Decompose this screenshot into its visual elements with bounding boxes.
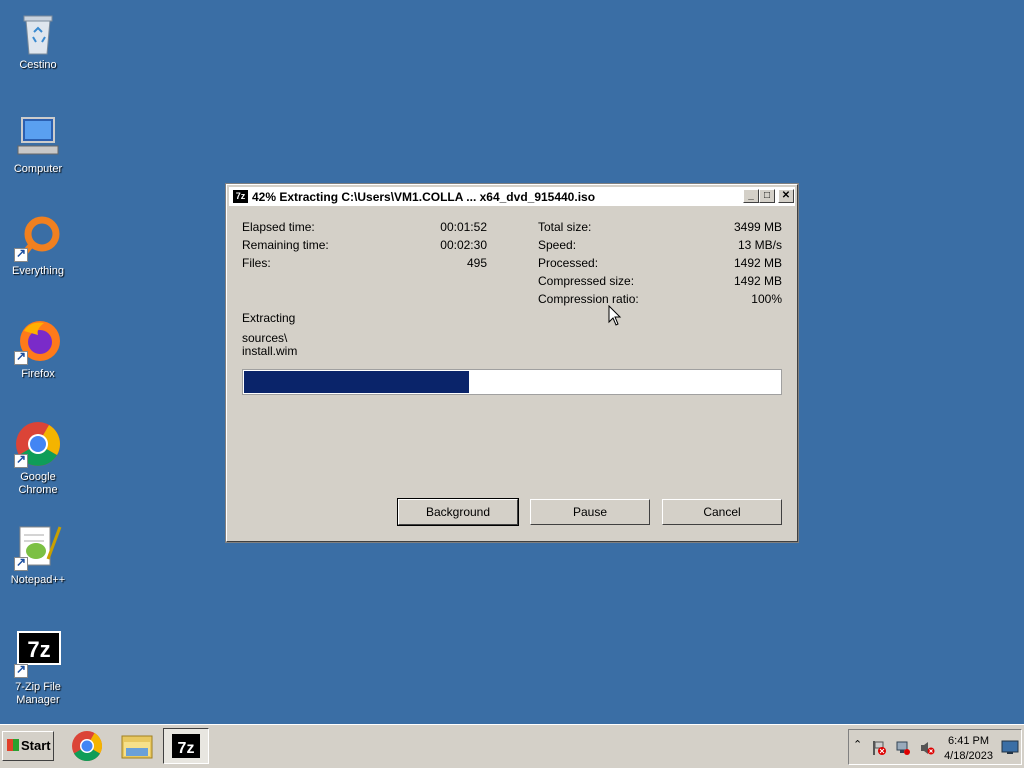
network-icon[interactable]: [895, 740, 911, 756]
chrome-icon: [72, 731, 103, 762]
clock-time: 6:41 PM: [948, 735, 990, 747]
current-file: install.wim: [242, 344, 298, 358]
minimize-button[interactable]: _: [743, 189, 759, 203]
shortcut-arrow-icon: [14, 246, 28, 262]
taskbar: Start 7z ⌃ 6:41 PM 4/18/2023: [0, 724, 1024, 768]
pause-button[interactable]: Pause: [530, 499, 650, 525]
desktop-icon-computer[interactable]: Computer: [0, 112, 76, 176]
7zip-icon: 7z: [14, 630, 62, 678]
volume-muted-icon[interactable]: [919, 740, 935, 756]
desktop-icon-notepad-plus-plus[interactable]: Notepad++: [0, 523, 76, 587]
compressed-size-label: Compressed size:: [538, 274, 635, 288]
mouse-cursor-icon: [608, 305, 622, 326]
processed-label: Processed:: [538, 256, 599, 270]
firefox-icon: [14, 317, 62, 365]
close-button[interactable]: ✕: [778, 189, 794, 203]
taskbar-file-explorer[interactable]: [114, 728, 160, 764]
extraction-progress-bar: [242, 369, 782, 395]
background-button[interactable]: Background: [397, 498, 519, 526]
svg-text:7z: 7z: [178, 740, 195, 757]
shortcut-arrow-icon: [14, 452, 28, 468]
desktop-icon-label: Cestino: [19, 59, 57, 71]
taskbar-7zip[interactable]: 7z: [163, 728, 209, 764]
action-center-flag-icon[interactable]: [871, 740, 887, 756]
windows-flag-icon: [7, 739, 19, 751]
start-label: Start: [21, 738, 51, 753]
clock[interactable]: 6:41 PM 4/18/2023: [944, 734, 993, 764]
shortcut-arrow-icon: [14, 349, 28, 365]
desktop-icon-everything[interactable]: Everything: [0, 214, 76, 278]
processed-value: 1492 MB: [733, 256, 782, 270]
chrome-icon: [14, 420, 62, 468]
current-folder: sources\: [242, 331, 288, 345]
7zip-icon: 7z: [233, 190, 248, 203]
start-button[interactable]: Start: [2, 731, 54, 761]
desktop-icon-label: Computer: [13, 163, 63, 175]
total-size-value: 3499 MB: [733, 220, 782, 234]
files-label: Files:: [242, 256, 271, 270]
dialog-titlebar[interactable]: 7z 42% Extracting C:\Users\VM1.COLLA ...…: [229, 187, 795, 206]
remaining-time-label: Remaining time:: [242, 238, 329, 252]
desktop-icon-label: 7-Zip File Manager: [15, 681, 61, 706]
desktop-icon-label: Notepad++: [10, 574, 66, 586]
maximize-button[interactable]: □: [759, 189, 775, 203]
compressed-size-value: 1492 MB: [733, 274, 782, 288]
file-explorer-icon: [121, 735, 153, 759]
desktop-icon-7zip-file-manager[interactable]: 7z 7-Zip File Manager: [0, 630, 76, 707]
remaining-time-value: 00:02:30: [440, 238, 487, 252]
everything-icon: [14, 214, 62, 262]
svg-text:7z: 7z: [27, 637, 50, 662]
shortcut-arrow-icon: [14, 662, 28, 678]
elapsed-time-value: 00:01:52: [440, 220, 487, 234]
total-size-label: Total size:: [538, 220, 592, 234]
desktop-icon-recycle-bin[interactable]: Cestino: [0, 8, 76, 72]
status-text: Extracting: [242, 311, 296, 325]
speed-value: 13 MB/s: [737, 238, 782, 252]
computer-icon: [14, 112, 62, 160]
desktop-icon-google-chrome[interactable]: Google Chrome: [0, 420, 76, 497]
notepad-plus-plus-icon: [14, 523, 62, 571]
speed-label: Speed:: [538, 238, 577, 252]
cancel-button[interactable]: Cancel: [662, 499, 782, 525]
clock-date: 4/18/2023: [944, 750, 993, 762]
compression-ratio-value: 100%: [751, 292, 782, 306]
desktop-icon-label: Firefox: [21, 368, 55, 380]
show-desktop-icon[interactable]: [1001, 738, 1019, 756]
recycle-bin-icon: [14, 8, 62, 56]
show-hidden-icons-chevron-icon[interactable]: ⌃: [853, 738, 862, 751]
progress-fill: [244, 371, 469, 393]
desktop-icon-label: Google Chrome: [18, 471, 58, 496]
dialog-title: 42% Extracting C:\Users\VM1.COLLA ... x6…: [252, 190, 596, 204]
extraction-dialog: 7z 42% Extracting C:\Users\VM1.COLLA ...…: [225, 183, 799, 543]
taskbar-chrome[interactable]: [64, 728, 110, 764]
compression-ratio-label: Compression ratio:: [538, 292, 639, 306]
shortcut-arrow-icon: [14, 555, 28, 571]
elapsed-time-label: Elapsed time:: [242, 220, 315, 234]
7zip-icon: 7z: [172, 734, 200, 758]
files-value: 495: [466, 256, 487, 270]
desktop-icon-firefox[interactable]: Firefox: [0, 317, 76, 381]
desktop-icon-label: Everything: [12, 265, 64, 277]
system-tray: ⌃ 6:41 PM 4/18/2023: [848, 729, 1022, 765]
